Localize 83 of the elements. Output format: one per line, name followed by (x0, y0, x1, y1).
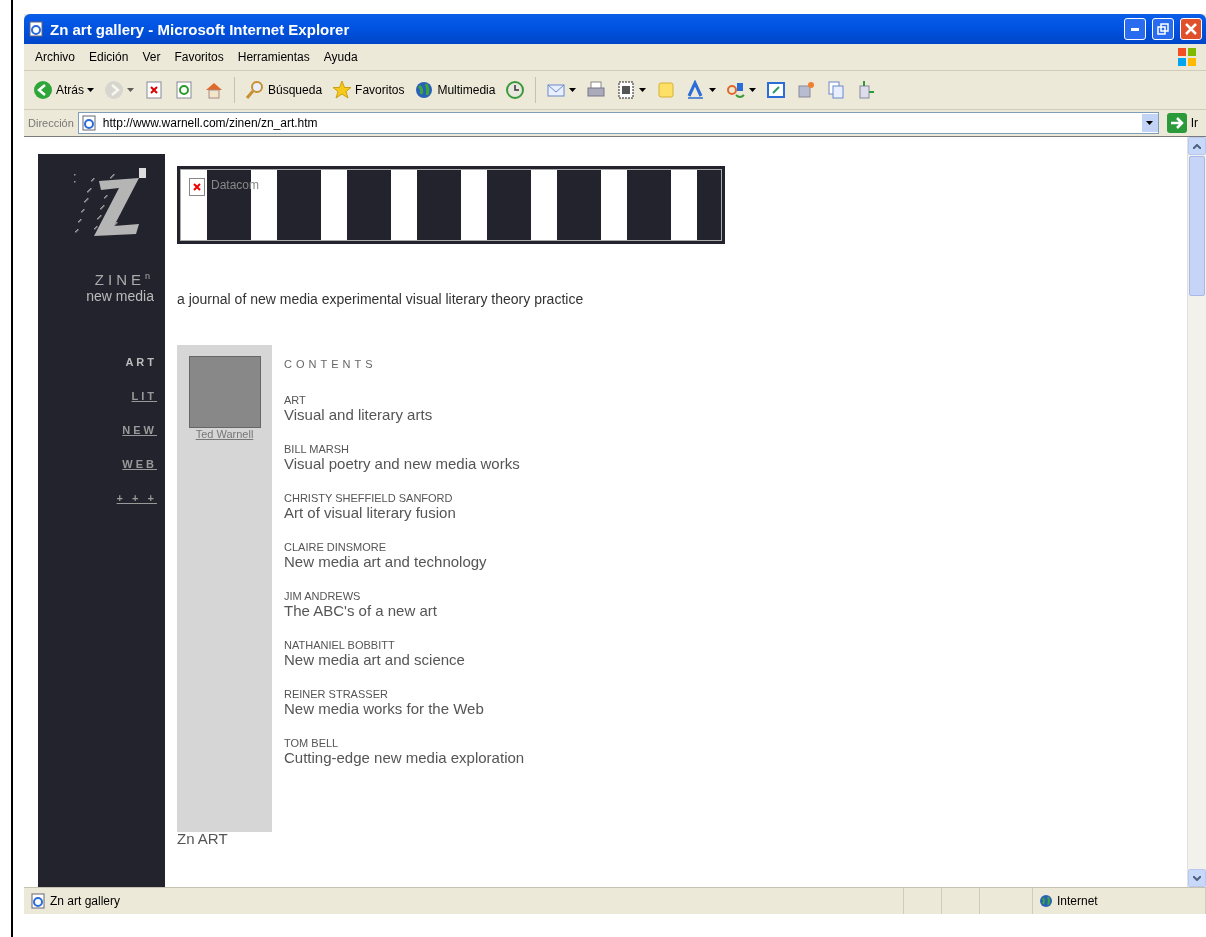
entry-name: ART (284, 394, 307, 406)
entry-link[interactable]: New media art and science (284, 651, 525, 668)
menu-item[interactable]: Ver (135, 50, 168, 64)
nav-link[interactable]: WEB (122, 458, 157, 470)
entry-name: TOM BELL (284, 737, 340, 749)
entry-name: CLAIRE DINSMORE (284, 541, 388, 553)
tagline: a journal of new media experimental visual literary theory practice (177, 291, 585, 307)
security-zone: Internet (1057, 894, 1098, 908)
entry-link[interactable]: Visual poetry and new media works (284, 455, 525, 472)
menu-item[interactable]: Archivo (28, 50, 82, 64)
window-icon (766, 80, 787, 100)
cube-icon (796, 80, 817, 100)
star-icon (332, 80, 353, 100)
entry-name: CHRISTY SHEFFIELD SANFORD (284, 492, 454, 504)
caret-icon (749, 88, 757, 92)
minimize-icon (1131, 27, 1139, 31)
entry-name: NATHANIEL BOBBITT (284, 639, 396, 651)
close-icon (1185, 23, 1197, 35)
toolbar-button[interactable]: Atrás (30, 78, 97, 102)
caret-icon (1146, 121, 1154, 125)
brand-subtitle: new media (86, 288, 154, 304)
close-button[interactable] (1180, 18, 1202, 40)
entry-name: REINER STRASSER (284, 688, 389, 700)
go-button[interactable]: Ir (1162, 113, 1202, 133)
menu-item[interactable]: Edición (82, 50, 136, 64)
address-label: Dirección (28, 117, 74, 129)
sticky-note-icon (656, 80, 677, 100)
go-arrow-icon (1166, 113, 1187, 133)
footer-text: Zn ART (177, 830, 229, 847)
scroll-up-button[interactable] (1188, 137, 1206, 155)
caret-icon (87, 88, 94, 92)
caret-icon (569, 88, 577, 92)
caret-icon (709, 88, 717, 92)
windows-flag-icon (1176, 46, 1198, 68)
toolbar-button[interactable]: Búsqueda (242, 78, 326, 102)
globe-icon (1039, 894, 1053, 908)
scroll-thumb[interactable] (1189, 156, 1205, 296)
brand-name: ZINE$^{n}$ (94, 271, 154, 288)
entry-name: JIM ANDREWS (284, 590, 362, 602)
caret-icon (127, 88, 134, 92)
toolbar-button[interactable]: Multimedia (411, 78, 499, 102)
nav-link[interactable]: ART (125, 356, 157, 368)
entry-name: BILL MARSH (284, 443, 350, 455)
restore-button[interactable] (1152, 18, 1174, 40)
address-field[interactable]: http://www.warnell.com/zinen/zn_art.htm (77, 112, 1159, 134)
toolbar-button[interactable]: Favoritos (329, 78, 408, 102)
dropdown-button[interactable] (1141, 114, 1158, 132)
menu-item[interactable]: Favoritos (167, 50, 231, 64)
entry-link[interactable]: New media works for the Web (284, 700, 525, 717)
nav-link[interactable]: NEW (122, 424, 157, 436)
clock-icon (505, 80, 526, 100)
scrollbar[interactable] (1187, 137, 1206, 887)
browser-page-icon (28, 21, 44, 37)
caret-icon (639, 88, 647, 92)
status-text: Zn art gallery (50, 894, 121, 908)
browser-page-icon (80, 115, 97, 131)
copy-pages-icon (826, 80, 847, 100)
window-title: Zn art gallery - Microsoft Internet Explorer (50, 20, 351, 38)
entry-link[interactable]: New media art and technology (284, 553, 525, 570)
refresh-icon (174, 80, 194, 100)
nav-link[interactable]: + + + (116, 492, 157, 504)
broken-image-icon (189, 178, 205, 196)
up-chevron-icon (1193, 143, 1201, 149)
nav-link[interactable]: LIT (131, 390, 157, 402)
home-icon (204, 80, 224, 100)
entry-link[interactable]: Visual and literary arts (284, 406, 525, 423)
restore-icon (1157, 23, 1169, 35)
entry-link[interactable]: Cutting-edge new media exploration (284, 749, 525, 766)
printer-icon (586, 80, 607, 100)
down-chevron-icon (1193, 875, 1201, 881)
browser-page-icon (30, 893, 46, 909)
document-icon (616, 80, 637, 100)
menu-item[interactable]: Ayuda (316, 50, 365, 64)
contents-heading: CONTENTS (284, 358, 378, 370)
menu-item[interactable]: Herramientas (230, 50, 317, 64)
entry-link[interactable]: The ABC's of a new art (284, 602, 525, 619)
scroll-down-button[interactable] (1188, 869, 1206, 887)
magnifier-icon (245, 80, 265, 100)
stop-icon (144, 80, 164, 100)
minimize-button[interactable] (1124, 18, 1146, 40)
address-field[interactable]: http://www.warnell.com/zinen/zn_art.htm (100, 115, 1138, 131)
globe-icon (414, 80, 435, 100)
entry-link[interactable]: Art of visual literary fusion (284, 504, 525, 521)
